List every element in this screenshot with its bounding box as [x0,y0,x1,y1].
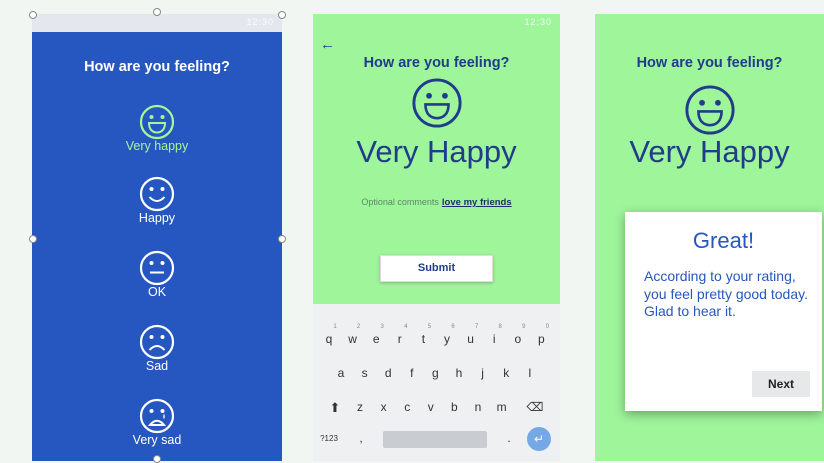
status-bar: 12:30 [32,14,282,32]
letter-key[interactable]: q [319,332,339,346]
back-arrow-icon[interactable]: ← [320,36,335,53]
resize-handle[interactable] [153,455,161,463]
screen-title: How are you feeling? [363,55,510,71]
letter-key[interactable]: e [366,332,386,346]
very-sad-face-icon [139,398,175,434]
mood-label: Very sad [132,433,182,447]
key-hint: 9 [522,324,526,330]
key-hint: 0 [545,324,550,330]
mood-label: Happy [138,211,176,225]
very-happy-face-icon [411,78,462,128]
resize-handle[interactable] [278,11,286,19]
comment-input[interactable]: love my friends [442,197,512,208]
enter-key[interactable]: ↵ [527,427,551,451]
key-hint: 2 [356,324,361,330]
next-button[interactable]: Next [752,371,810,397]
letter-key[interactable]: r [390,332,410,346]
space-key[interactable] [383,431,487,448]
letter-key[interactable]: x [374,400,394,414]
letter-key[interactable]: i [484,332,504,346]
submit-button[interactable]: Submit [380,255,493,282]
key-hint: 3 [380,324,384,330]
neutral-face-icon [139,250,175,286]
key-hint: 1 [333,324,337,330]
period-key[interactable]: . [499,431,519,445]
dialog-message: According to your rating, you feel prett… [644,268,808,319]
key-hint: 7 [474,324,479,330]
mood-selection-screen: 12:30 How are you feeling? Very happy Ha… [32,14,282,461]
letter-key[interactable]: z [350,400,370,414]
resize-handle[interactable] [29,11,37,19]
mood-option-ok[interactable]: OK [32,250,282,299]
letter-key[interactable]: d [378,366,398,380]
key-hint: 8 [498,324,502,330]
letter-key[interactable]: a [331,366,351,380]
sad-face-icon [139,324,175,360]
selected-mood-face [595,84,824,136]
letter-key[interactable]: c [397,400,417,414]
very-happy-face-icon [139,104,175,140]
selected-mood-text: Very Happy [356,134,517,169]
mood-option-happy[interactable]: Happy [32,176,282,225]
backspace-key[interactable]: ⌫ [525,400,545,414]
letter-key[interactable]: y [437,332,457,346]
letter-key[interactable]: k [496,366,516,380]
resize-handle[interactable] [278,235,286,243]
comment-label: Optional comments [361,197,439,207]
key-hint: 4 [404,324,408,330]
letter-key[interactable]: n [468,400,488,414]
letter-key[interactable]: j [473,366,493,380]
symbols-key[interactable]: ?123 [319,434,339,443]
comment-row: Optional comments love my friends [313,197,560,208]
letter-key[interactable]: g [425,366,445,380]
selected-mood-text: Very Happy [629,134,790,169]
letter-key[interactable]: w [343,332,363,346]
letter-key[interactable]: v [421,400,441,414]
screen-title: How are you feeling? [84,59,230,75]
mood-option-very-happy[interactable]: Very happy [32,104,282,153]
letter-key[interactable]: s [355,366,375,380]
comment-screen: 12:30 ← How are you feeling? Very Happy … [313,14,560,461]
key-hint: 6 [451,324,455,330]
letter-key[interactable]: u [461,332,481,346]
very-happy-face-icon [684,85,735,135]
status-bar: 12:30 [313,14,560,32]
resize-handle[interactable] [153,8,161,16]
screen-title: How are you feeling? [636,55,783,71]
status-time: 12:30 [524,17,552,27]
dialog-title: Great! [692,228,755,253]
mood-label: Very happy [125,139,189,153]
status-time: 12:30 [246,17,274,27]
selected-mood-face [313,77,560,129]
status-bar [595,14,824,32]
letter-key[interactable]: b [444,400,464,414]
comma-key[interactable]: , [351,431,371,445]
happy-face-icon [139,176,175,212]
letter-key[interactable]: l [520,366,540,380]
mood-option-sad[interactable]: Sad [32,324,282,373]
letter-key[interactable]: f [402,366,422,380]
letter-key[interactable]: h [449,366,469,380]
shift-key[interactable]: ⬆ [325,400,345,416]
letter-key[interactable]: t [413,332,433,346]
letter-key[interactable]: m [492,400,512,414]
result-screen: How are you feeling? Very Happy Great! A… [595,14,824,461]
letter-key[interactable]: o [508,332,528,346]
result-dialog: Great! According to your rating, you fee… [625,212,822,411]
soft-keyboard: qwertyuiop 1 2 3 4 5 6 7 8 9 0 asdfghjkl ⬆ zxcvbn… [313,304,560,461]
key-hint: 5 [427,324,432,330]
letter-key[interactable]: p [531,332,551,346]
mood-label: OK [147,285,167,299]
mood-label: Sad [145,359,169,373]
resize-handle[interactable] [29,235,37,243]
mood-option-very-sad[interactable]: Very sad [32,398,282,447]
